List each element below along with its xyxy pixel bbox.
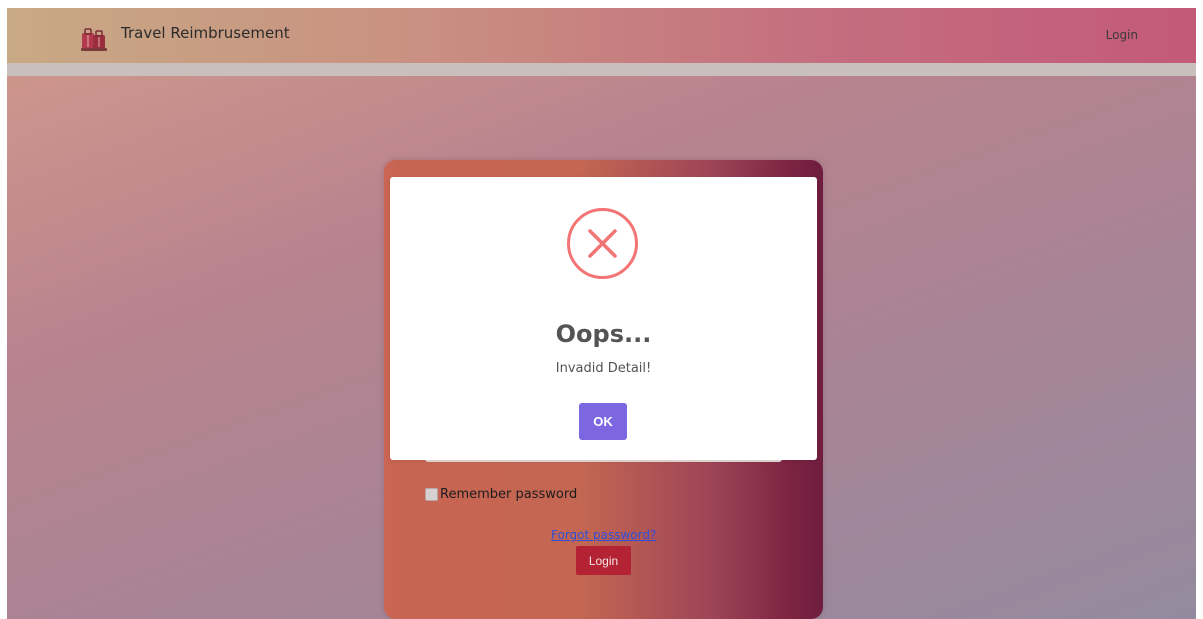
dialog-title: Oops... — [555, 320, 652, 348]
dialog-message: Invadid Detail! — [555, 361, 652, 376]
app-screen: Travel Reimbrusement Login Remember pass… — [7, 8, 1196, 619]
error-dialog: Oops... Invadid Detail! OK — [390, 177, 817, 460]
ok-button[interactable]: OK — [579, 403, 627, 440]
error-x-icon — [567, 208, 638, 279]
